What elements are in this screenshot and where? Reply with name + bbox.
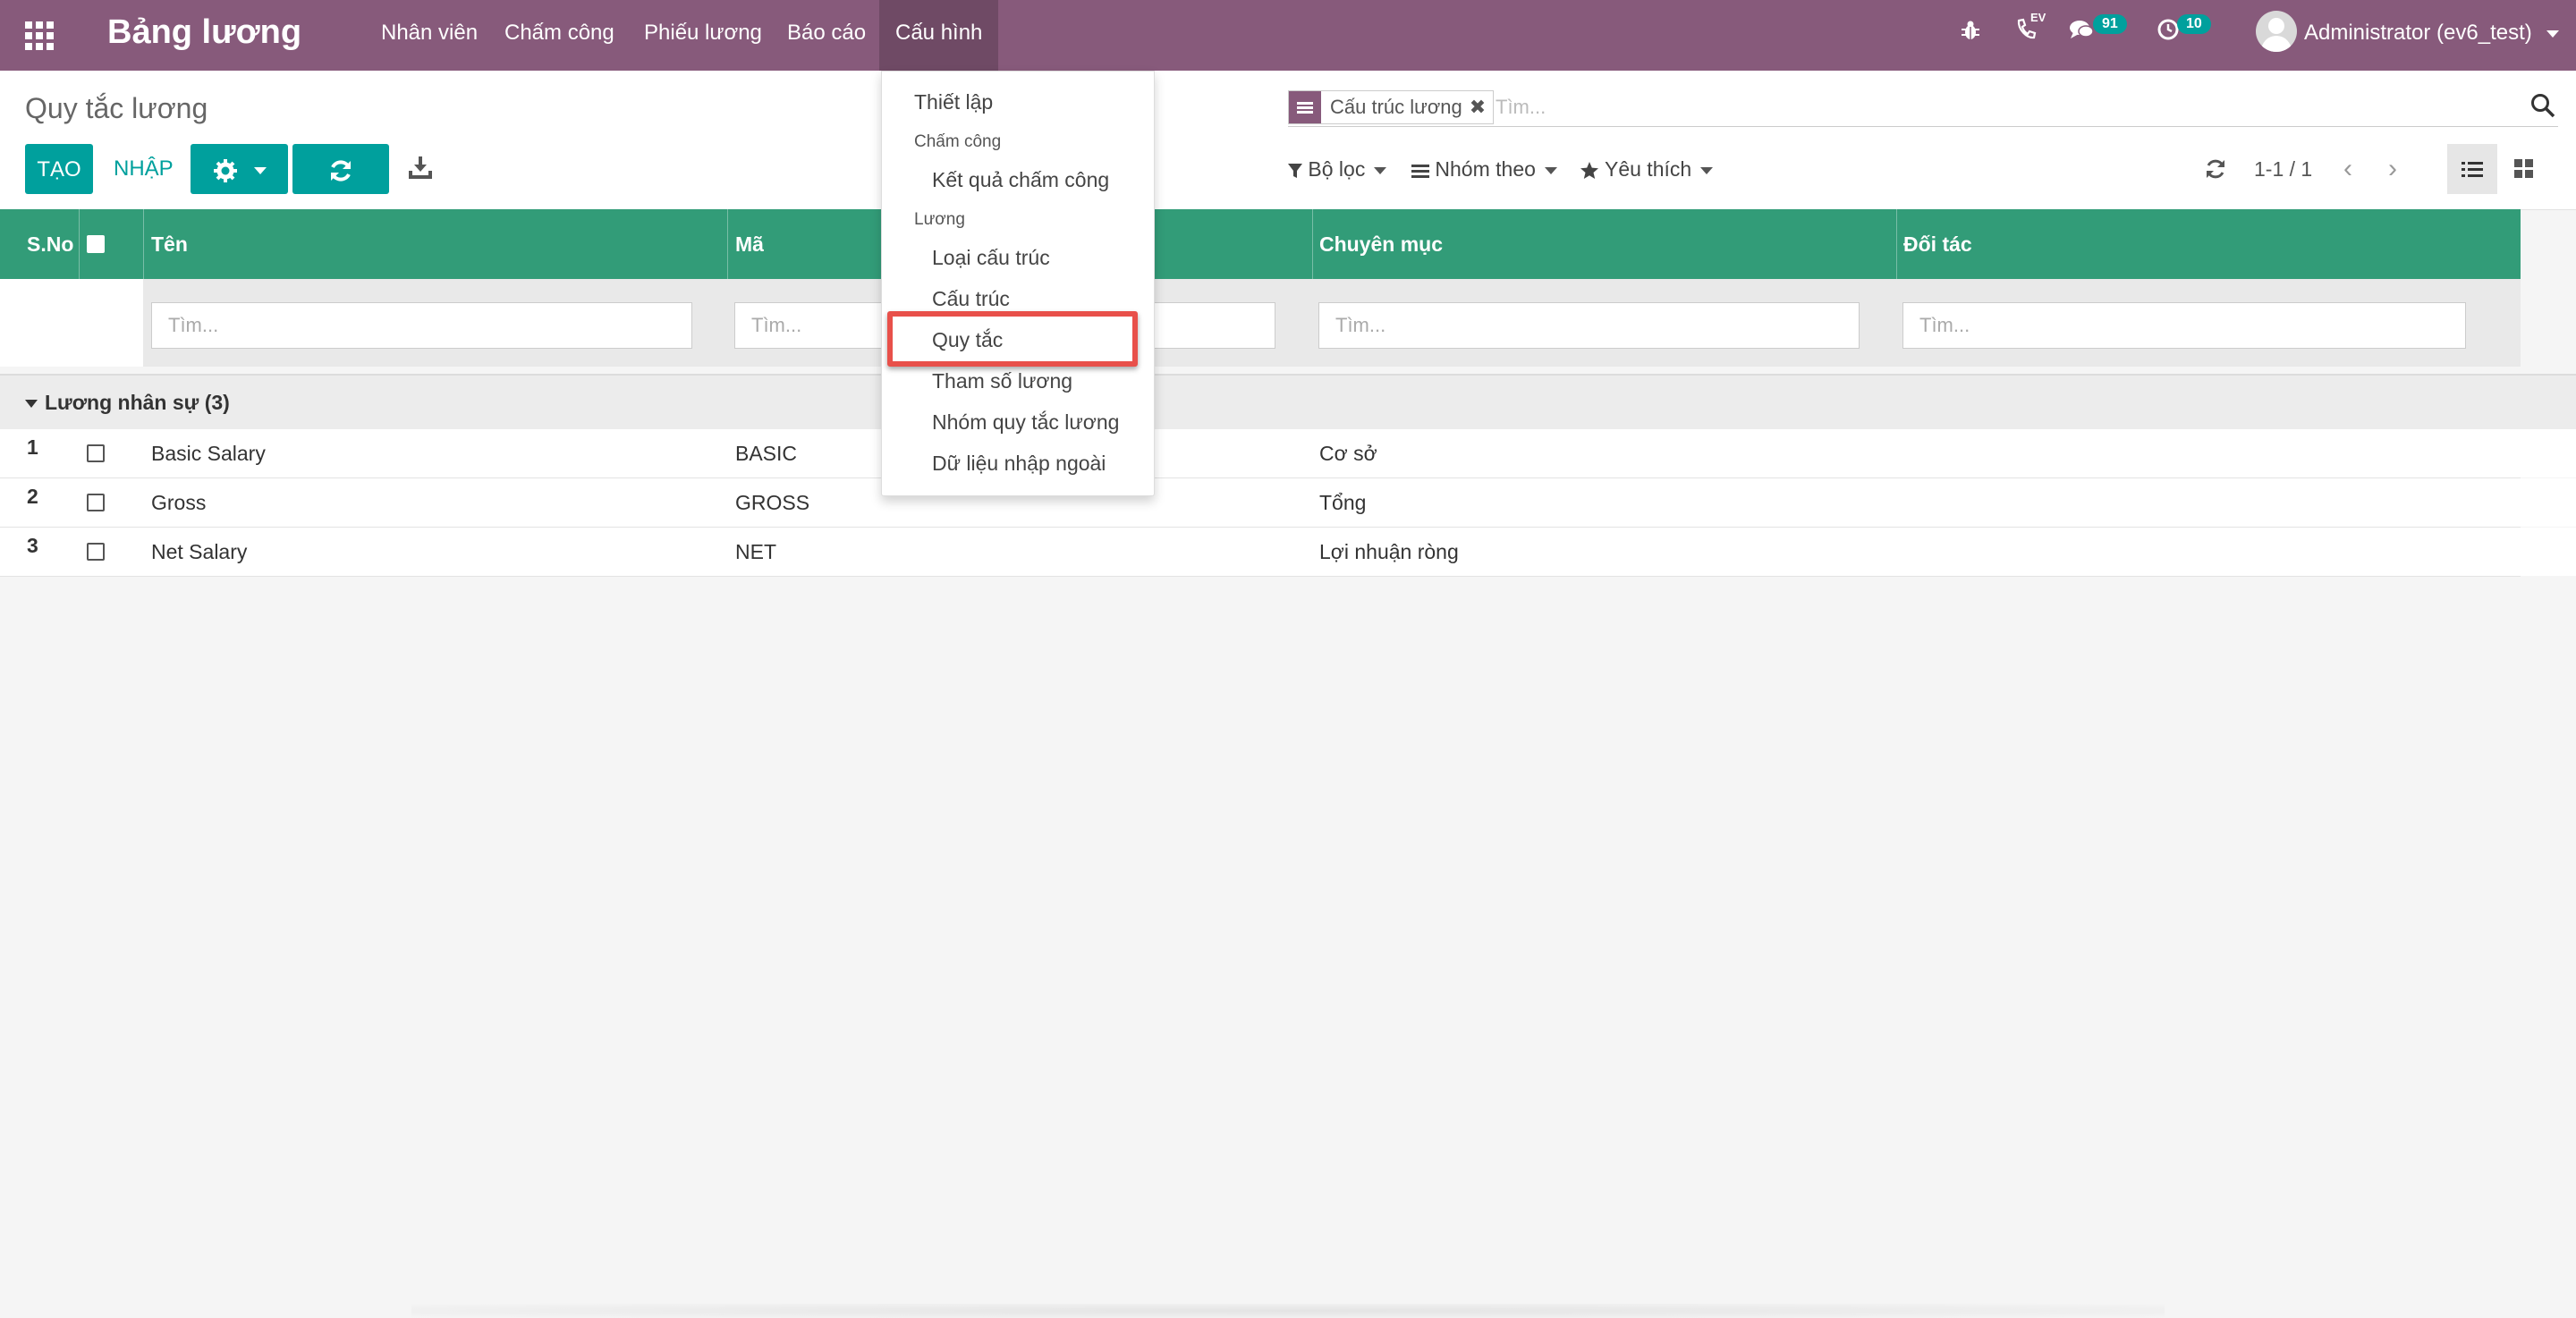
row-name: Gross	[151, 491, 207, 514]
user-avatar[interactable]	[2256, 11, 2297, 52]
menu-employees[interactable]: Nhân viên	[365, 0, 494, 71]
row-code: NET	[735, 540, 776, 563]
list-view-button[interactable]	[2447, 144, 2497, 194]
dropdown-item-rule-groups[interactable]: Nhóm quy tắc lương	[932, 409, 1119, 435]
dropdown-item-structure-type[interactable]: Loại cấu trúc	[932, 244, 1050, 271]
dropdown-header-attendance: Chấm công	[914, 132, 1002, 151]
pager-previous-icon[interactable]: ‹	[2343, 153, 2352, 185]
caret-down-icon	[25, 400, 38, 409]
row-category: Lợi nhuận ròng	[1319, 540, 1459, 563]
top-navbar: Bảng lương Nhân viên Chấm công Phiếu lươ…	[0, 0, 2576, 71]
list-bars-icon	[1411, 164, 1429, 178]
user-name: Administrator (ev6_test)	[2304, 21, 2532, 45]
table-row[interactable]: 1 Basic Salary BASIC Cơ sở	[0, 429, 2521, 478]
bug-icon[interactable]	[1959, 16, 1982, 52]
gear-icon	[214, 158, 238, 182]
partner-filter-input[interactable]	[1902, 302, 2466, 349]
filters-label: Bộ lọc	[1308, 157, 1366, 181]
messages-badge: 91	[2093, 14, 2127, 34]
kanban-view-button[interactable]	[2499, 144, 2549, 194]
dropdown-item-attendance-result[interactable]: Kết quả chấm công	[932, 166, 1109, 193]
group-facet-icon	[1289, 91, 1321, 123]
column-partner[interactable]: Đối tác	[1903, 209, 1972, 279]
table-row[interactable]: 2 Gross GROSS Tổng	[0, 478, 2521, 528]
column-name[interactable]: Tên	[151, 209, 188, 279]
category-filter-input[interactable]	[1318, 302, 1860, 349]
activity-clock-icon[interactable]: 10	[2156, 14, 2211, 52]
row-category: Tổng	[1319, 491, 1367, 514]
star-icon	[1580, 161, 1598, 179]
dropdown-item-setup[interactable]: Thiết lập	[914, 89, 993, 115]
app-title[interactable]: Bảng lương	[107, 13, 301, 52]
dropdown-header-payroll: Lương	[914, 210, 965, 229]
column-sno[interactable]: S.No	[27, 209, 73, 279]
create-button[interactable]: TẠO	[25, 144, 93, 194]
column-code[interactable]: Mã	[735, 209, 764, 279]
messages-icon[interactable]: 91	[2068, 14, 2127, 52]
search-facet[interactable]: Cấu trúc lương ✖	[1288, 90, 1495, 124]
row-checkbox[interactable]	[87, 444, 105, 462]
search-bar: Cấu trúc lương ✖	[1288, 89, 2558, 127]
row-sno: 1	[27, 435, 38, 459]
select-all-checkbox[interactable]	[87, 235, 105, 253]
control-panel: Quy tắc lương TẠO NHẬP Cấu trúc lương ✖ …	[0, 71, 2576, 210]
row-sno: 2	[27, 485, 38, 508]
list-view-icon	[2462, 162, 2483, 177]
group-label: Lương nhân sự (3)	[45, 391, 230, 414]
refresh-button[interactable]	[292, 144, 389, 194]
row-name: Basic Salary	[151, 442, 266, 465]
download-icon[interactable]	[408, 153, 436, 185]
breadcrumb: Quy tắc lương	[25, 92, 208, 124]
filter-icon	[1288, 163, 1302, 178]
apps-menu-icon[interactable]	[25, 21, 54, 50]
user-menu[interactable]: Administrator (ev6_test)	[2304, 16, 2560, 50]
menu-configuration[interactable]: Cấu hình	[879, 0, 999, 71]
group-by-dropdown[interactable]: Nhóm theo	[1411, 153, 1557, 185]
table-header: S.No Tên Mã Chuyên mục Đối tác	[0, 209, 2521, 279]
facet-value: Cấu trúc lương	[1330, 96, 1462, 118]
pager-next-icon[interactable]: ›	[2388, 153, 2397, 185]
search-icon[interactable]	[2529, 92, 2558, 121]
chevron-down-icon	[253, 166, 267, 174]
menu-attendance[interactable]: Chấm công	[488, 0, 631, 71]
table-row[interactable]: 3 Net Salary NET Lợi nhuận ròng	[0, 528, 2521, 577]
menu-reports[interactable]: Báo cáo	[771, 0, 882, 71]
phone-label: EV	[2030, 11, 2046, 24]
filters-dropdown[interactable]: Bộ lọc	[1288, 153, 1387, 185]
kanban-view-icon	[2514, 159, 2533, 178]
bottom-shadow	[411, 1304, 2165, 1318]
group-by-label: Nhóm theo	[1435, 157, 1536, 181]
import-button[interactable]: NHẬP	[114, 144, 174, 194]
refresh-icon	[331, 160, 351, 182]
row-sno: 3	[27, 534, 38, 557]
pager-value[interactable]: 1-1 / 1	[2254, 153, 2312, 185]
favorites-dropdown[interactable]: Yêu thích	[1580, 153, 1714, 185]
favorites-label: Yêu thích	[1604, 157, 1692, 181]
name-filter-input[interactable]	[151, 302, 692, 349]
column-category[interactable]: Chuyên mục	[1319, 209, 1443, 279]
dropdown-item-external-data[interactable]: Dữ liệu nhập ngoài	[932, 450, 1106, 477]
row-code: GROSS	[735, 491, 810, 514]
dropdown-item-structure[interactable]: Cấu trúc	[932, 285, 1010, 312]
group-row[interactable]: Lương nhân sự (3)	[0, 374, 2576, 429]
menu-payslips[interactable]: Phiếu lương	[628, 0, 778, 71]
highlight-box	[887, 311, 1138, 367]
pager-refresh-icon[interactable]	[2204, 156, 2227, 189]
dropdown-item-rules[interactable]: Quy tắc	[932, 326, 1003, 353]
dropdown-item-salary-params[interactable]: Tham số lương	[932, 368, 1072, 394]
action-gear-button[interactable]	[191, 144, 288, 194]
chevron-down-icon	[2546, 30, 2560, 38]
search-input[interactable]	[1494, 90, 2481, 124]
column-filter-row	[0, 279, 2521, 367]
row-checkbox[interactable]	[87, 494, 105, 511]
phone-icon[interactable]: EV	[2014, 11, 2046, 52]
row-checkbox[interactable]	[87, 543, 105, 561]
row-category: Cơ sở	[1319, 442, 1377, 465]
facet-remove-icon[interactable]: ✖	[1470, 96, 1493, 119]
row-code: BASIC	[735, 442, 798, 465]
row-name: Net Salary	[151, 540, 248, 563]
activities-badge: 10	[2177, 14, 2211, 34]
configuration-dropdown: Thiết lập Chấm công Kết quả chấm công Lư…	[881, 71, 1155, 496]
